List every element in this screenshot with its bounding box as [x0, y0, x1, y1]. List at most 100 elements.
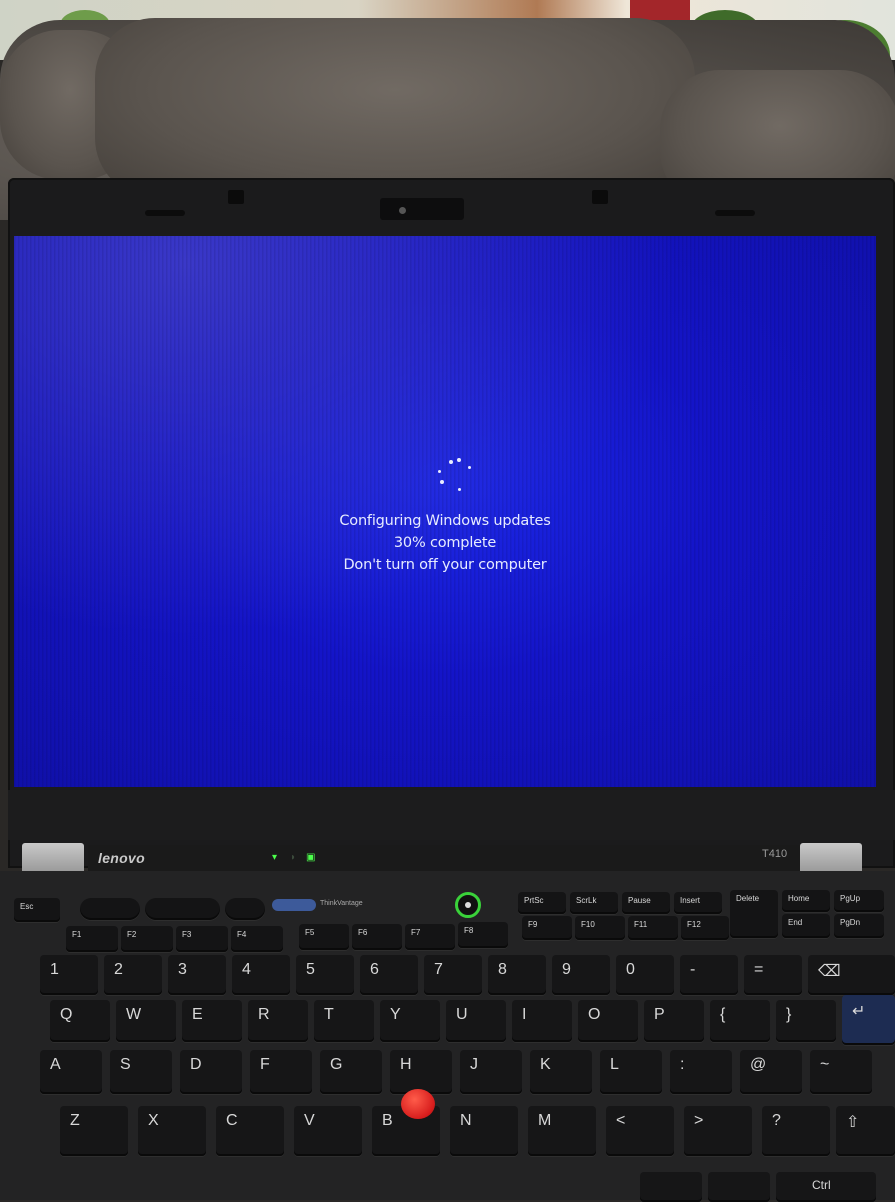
key-8[interactable]: 8: [488, 955, 546, 995]
key-pause[interactable]: Pause: [622, 892, 670, 914]
key-4[interactable]: 4: [232, 955, 290, 995]
key-5[interactable]: 5: [296, 955, 354, 995]
lid-latch: [228, 190, 244, 204]
key-t[interactable]: T: [314, 1000, 374, 1042]
key-f3[interactable]: F3: [176, 926, 228, 952]
key-f1[interactable]: F1: [66, 926, 118, 952]
key-home[interactable]: Home: [782, 890, 830, 912]
key-s[interactable]: S: [110, 1050, 172, 1094]
update-title: Configuring Windows updates: [339, 513, 551, 529]
key-insert[interactable]: Insert: [674, 892, 722, 914]
key-f[interactable]: F: [250, 1050, 312, 1094]
key-g[interactable]: G: [320, 1050, 382, 1094]
key-6[interactable]: 6: [360, 955, 418, 995]
key-v[interactable]: V: [294, 1106, 362, 1156]
screen-lower-bezel: [8, 790, 895, 840]
key-f8[interactable]: F8: [458, 922, 508, 948]
key-period[interactable]: >: [684, 1106, 752, 1156]
key-9[interactable]: 9: [552, 955, 610, 995]
key-z[interactable]: Z: [60, 1106, 128, 1156]
key-f10[interactable]: F10: [575, 916, 625, 940]
key-0[interactable]: 0: [616, 955, 674, 995]
key-end[interactable]: End: [782, 914, 830, 938]
key-r[interactable]: R: [248, 1000, 308, 1042]
key-o[interactable]: O: [578, 1000, 638, 1042]
shift-icon: ⇧: [846, 1114, 860, 1131]
power-icon: [465, 902, 471, 908]
key-shift[interactable]: ⇧: [836, 1106, 895, 1156]
key-pgup[interactable]: PgUp: [834, 890, 884, 912]
key-mute[interactable]: [80, 898, 140, 920]
key-i[interactable]: I: [512, 1000, 572, 1042]
key-menu[interactable]: [708, 1172, 770, 1202]
key-y[interactable]: Y: [380, 1000, 440, 1042]
brand-logo: lenovo: [98, 850, 145, 866]
key-u[interactable]: U: [446, 1000, 506, 1042]
key-3[interactable]: 3: [168, 955, 226, 995]
key-f9[interactable]: F9: [522, 916, 572, 940]
key-7[interactable]: 7: [424, 955, 482, 995]
trackpoint[interactable]: [401, 1089, 435, 1119]
key-a[interactable]: A: [40, 1050, 102, 1094]
bluetooth-led-icon: ◗: [290, 852, 297, 863]
key-delete[interactable]: Delete: [730, 890, 778, 938]
key-backspace[interactable]: ⌫: [808, 955, 895, 995]
key-f7[interactable]: F7: [405, 924, 455, 950]
key-esc[interactable]: Esc: [14, 898, 60, 922]
key-k[interactable]: K: [530, 1050, 592, 1094]
key-l[interactable]: L: [600, 1050, 662, 1094]
key-w[interactable]: W: [116, 1000, 176, 1042]
lid-vent: [145, 210, 185, 216]
key-n[interactable]: N: [450, 1106, 518, 1156]
couch-cushion: [95, 18, 695, 198]
key-f11[interactable]: F11: [628, 916, 678, 940]
update-progress-text: 30% complete: [393, 535, 497, 551]
key-pgdn[interactable]: PgDn: [834, 914, 884, 938]
key-slash[interactable]: ?: [762, 1106, 830, 1156]
enter-icon: ↵: [852, 1003, 866, 1020]
model-label: T410: [762, 848, 788, 860]
key-mic[interactable]: [225, 898, 265, 920]
laptop-screen: Configuring Windows updates 30% complete…: [14, 236, 876, 787]
key-right-brace[interactable]: }: [776, 1000, 836, 1042]
key-enter[interactable]: ↵: [842, 995, 895, 1045]
key-h[interactable]: H: [390, 1050, 452, 1094]
key-f12[interactable]: F12: [681, 916, 729, 940]
backspace-icon: ⌫: [818, 963, 841, 980]
lid-vent: [715, 210, 755, 216]
key-f2[interactable]: F2: [121, 926, 173, 952]
key-comma[interactable]: <: [606, 1106, 674, 1156]
key-equals[interactable]: =: [744, 955, 802, 995]
power-led-icon: ▣: [306, 852, 316, 863]
webcam: [380, 198, 464, 220]
key-c[interactable]: C: [216, 1106, 284, 1156]
key-volume[interactable]: [145, 898, 220, 920]
key-ctrl[interactable]: Ctrl: [776, 1172, 876, 1202]
key-left-brace[interactable]: {: [710, 1000, 770, 1042]
key-f5[interactable]: F5: [299, 924, 349, 950]
loading-spinner-icon: [434, 458, 484, 508]
key-p[interactable]: P: [644, 1000, 704, 1042]
key-f4[interactable]: F4: [231, 926, 283, 952]
key-1[interactable]: 1: [40, 955, 98, 995]
key-m[interactable]: M: [528, 1106, 596, 1156]
power-button[interactable]: [455, 892, 481, 918]
key-q[interactable]: Q: [50, 1000, 110, 1042]
key-scrlk[interactable]: ScrLk: [570, 892, 618, 914]
key-colon[interactable]: :: [670, 1050, 732, 1094]
key-d[interactable]: D: [180, 1050, 242, 1094]
key-minus[interactable]: -: [680, 955, 738, 995]
key-tilde[interactable]: ~: [810, 1050, 872, 1094]
update-warning-text: Don't turn off your computer: [343, 557, 547, 573]
key-f6[interactable]: F6: [352, 924, 402, 950]
key-prtsc[interactable]: PrtSc: [518, 892, 566, 914]
screen-moire: [14, 236, 876, 787]
key-2[interactable]: 2: [104, 955, 162, 995]
webcam-lens: [399, 207, 406, 214]
key-j[interactable]: J: [460, 1050, 522, 1094]
key-x[interactable]: X: [138, 1106, 206, 1156]
key-e[interactable]: E: [182, 1000, 242, 1042]
key-at[interactable]: @: [740, 1050, 802, 1094]
thinkvantage-button[interactable]: [272, 899, 316, 911]
key-altgr[interactable]: [640, 1172, 702, 1202]
